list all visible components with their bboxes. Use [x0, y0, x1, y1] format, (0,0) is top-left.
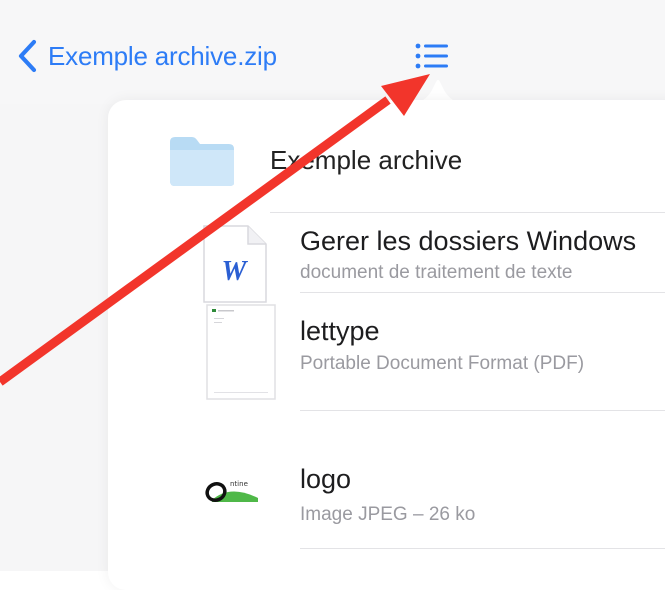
file-title: Gerer les dossiers Windows: [300, 226, 637, 256]
file-row-word-document[interactable]: W Gerer les dossiers Windows document de…: [108, 214, 665, 310]
folder-name: Exemple archive: [270, 145, 463, 175]
list-view-button[interactable]: [404, 38, 460, 74]
jpeg-thumbnail-icon: ntine: [200, 472, 264, 508]
back-button[interactable]: Exemple archive.zip: [16, 36, 277, 76]
back-button-label: Exemple archive.zip: [48, 40, 277, 71]
file-title: lettype: [300, 316, 380, 346]
logo-thumbnail-text: ntine: [230, 480, 248, 488]
chevron-left-icon: [18, 39, 37, 73]
word-document-icon: W: [203, 225, 267, 303]
word-thumbnail-letter: W: [222, 256, 249, 287]
file-divider: [300, 548, 665, 549]
folder-header-row[interactable]: Exemple archive: [108, 100, 665, 212]
navigation-bar: Exemple archive.zip: [0, 0, 665, 104]
folder-divider: [270, 212, 665, 213]
pdf-thumbnail-icon: [206, 304, 276, 400]
file-row-jpeg[interactable]: ntine logo Image JPEG – 26 ko: [108, 450, 665, 546]
file-divider: [300, 292, 665, 293]
file-subtitle: Image JPEG – 26 ko: [300, 504, 476, 525]
file-divider: [300, 410, 665, 411]
archive-contents-popover: Exemple archive W Gerer les dossiers Win…: [108, 100, 665, 590]
file-browser-screen: Exemple archive.zip Exemple archive W Ge…: [0, 0, 665, 590]
file-subtitle: Portable Document Format (PDF): [300, 353, 585, 374]
folder-icon: [170, 137, 234, 186]
file-title: logo: [300, 464, 352, 494]
list-icon: [415, 43, 448, 69]
file-row-pdf[interactable]: lettype Portable Document Format (PDF): [108, 300, 665, 400]
file-subtitle: document de traitement de texte: [300, 262, 573, 283]
